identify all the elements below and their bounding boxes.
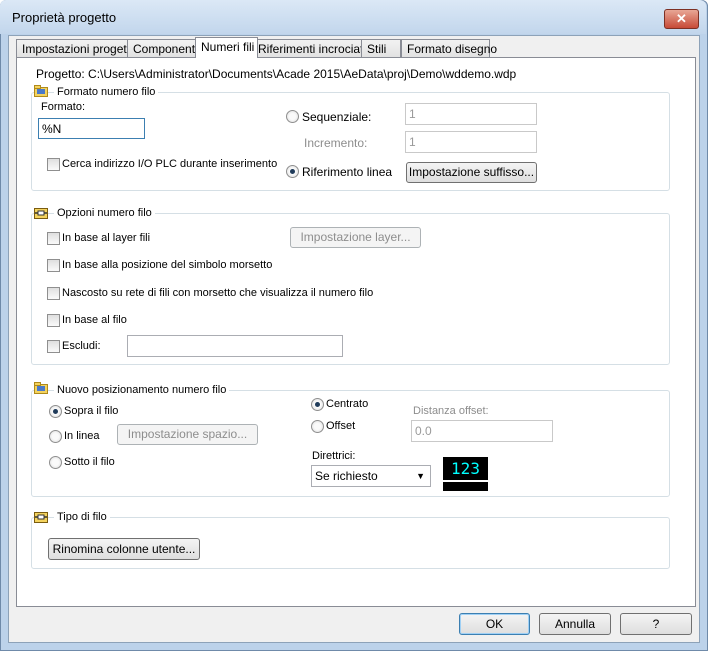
close-icon: ✕ bbox=[676, 11, 687, 26]
centered-radio[interactable] bbox=[311, 398, 324, 411]
exclude-checkbox[interactable] bbox=[47, 340, 60, 353]
preview-text: 123 bbox=[451, 459, 480, 478]
offset-label: Offset bbox=[326, 420, 356, 432]
ok-button[interactable]: OK bbox=[459, 613, 530, 635]
hidden-checkbox[interactable] bbox=[47, 287, 60, 300]
line-reference-radio[interactable] bbox=[286, 165, 299, 178]
chevron-down-icon: ▼ bbox=[416, 471, 425, 481]
spacing-setup-button[interactable]: Impostazione spazio... bbox=[117, 424, 258, 445]
tab-drawing-format[interactable]: Formato disegno bbox=[401, 39, 497, 58]
project-path: Progetto: C:\Users\Administrator\Documen… bbox=[36, 67, 517, 81]
increment-label: Incremento: bbox=[304, 136, 368, 150]
tab-wire-numbers[interactable]: Numeri fili bbox=[195, 37, 258, 58]
close-button[interactable]: ✕ bbox=[664, 9, 699, 29]
tab-styles[interactable]: Stili bbox=[361, 39, 401, 58]
by-wire-checkbox[interactable] bbox=[47, 314, 60, 327]
help-button[interactable]: ? bbox=[620, 613, 692, 635]
sequential-label: Sequenziale: bbox=[302, 110, 372, 124]
placement-icon bbox=[34, 382, 48, 397]
cancel-button[interactable]: Annulla bbox=[539, 613, 611, 635]
preview-wire-line bbox=[443, 480, 488, 482]
rename-columns-button[interactable]: Rinomina colonne utente... bbox=[48, 538, 200, 560]
inline-radio[interactable] bbox=[49, 430, 62, 443]
centered-label: Centrato bbox=[326, 398, 369, 410]
sequential-radio[interactable] bbox=[286, 110, 299, 123]
above-wire-radio[interactable] bbox=[49, 405, 62, 418]
layer-setup-button[interactable]: Impostazione layer... bbox=[290, 227, 421, 248]
leaders-select-value: Se richiesto bbox=[315, 469, 378, 483]
sequential-input[interactable]: 1 bbox=[405, 103, 537, 125]
plc-search-checkbox[interactable] bbox=[47, 158, 60, 171]
suffix-setup-button[interactable]: Impostazione suffisso... bbox=[406, 162, 537, 183]
wire-number-preview: 123 bbox=[443, 457, 488, 491]
placement-title: Nuovo posizionamento numero filo bbox=[54, 384, 230, 396]
window-title: Proprietà progetto bbox=[12, 10, 117, 25]
by-terminal-checkbox[interactable] bbox=[47, 259, 60, 272]
offset-radio[interactable] bbox=[311, 420, 324, 433]
by-layer-label: In base al layer fili bbox=[62, 232, 151, 244]
wire-number-format-title: Formato numero filo bbox=[54, 86, 159, 98]
exclude-input[interactable] bbox=[127, 335, 343, 357]
leaders-label: Direttrici: bbox=[312, 450, 356, 462]
plc-search-label: Cerca indirizzo I/O PLC durante inserime… bbox=[62, 158, 278, 170]
inline-label: In linea bbox=[64, 430, 100, 442]
offset-distance-label: Distanza offset: bbox=[413, 405, 489, 417]
increment-input[interactable]: 1 bbox=[405, 131, 537, 153]
by-layer-checkbox[interactable] bbox=[47, 232, 60, 245]
format-label: Formato: bbox=[41, 101, 86, 113]
format-input[interactable]: %N bbox=[38, 118, 145, 139]
leaders-select[interactable]: Se richiesto ▼ bbox=[311, 465, 431, 487]
exclude-label: Escludi: bbox=[62, 340, 101, 352]
folder-icon bbox=[34, 85, 48, 100]
offset-distance-input[interactable]: 0.0 bbox=[411, 420, 553, 442]
wire-type-title: Tipo di filo bbox=[54, 511, 110, 523]
by-wire-label: In base al filo bbox=[62, 314, 127, 326]
tab-project-settings[interactable]: Impostazioni progetto bbox=[16, 39, 137, 58]
tab-components[interactable]: Componenti bbox=[127, 39, 203, 58]
wire-number-options-title: Opzioni numero filo bbox=[54, 207, 155, 219]
below-wire-radio[interactable] bbox=[49, 456, 62, 469]
tab-cross-references[interactable]: Riferimenti incrociati bbox=[252, 39, 370, 58]
below-wire-label: Sotto il filo bbox=[64, 456, 115, 468]
by-terminal-label: In base alla posizione del simbolo morse… bbox=[62, 259, 273, 271]
wire-type-icon bbox=[34, 511, 48, 526]
hidden-label: Nascosto su rete di fili con morsetto ch… bbox=[62, 287, 374, 299]
line-reference-label: Riferimento linea bbox=[302, 165, 393, 179]
above-wire-label: Sopra il filo bbox=[64, 405, 119, 417]
wire-options-icon bbox=[34, 207, 48, 222]
